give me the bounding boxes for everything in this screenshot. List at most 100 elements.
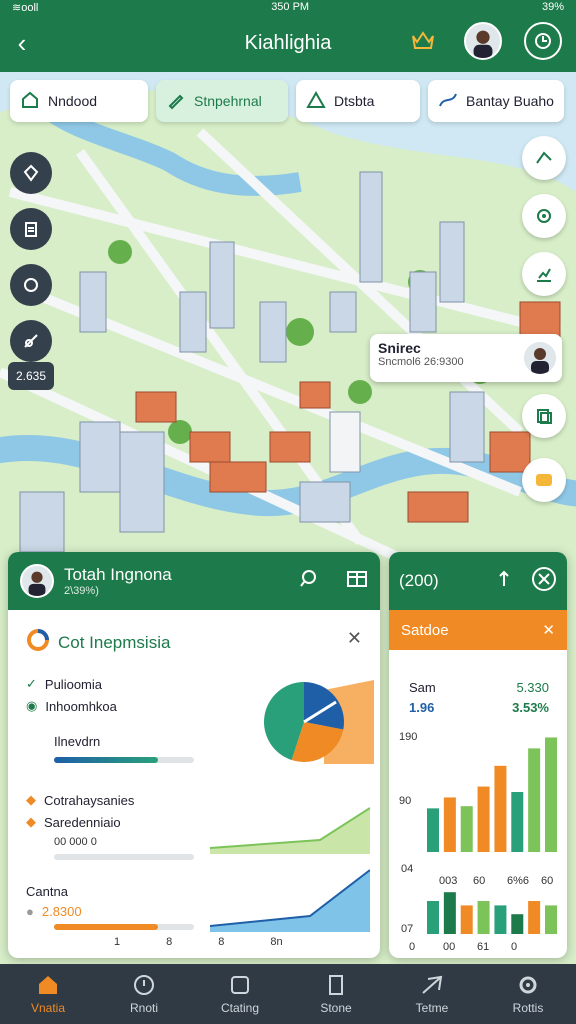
- right-toolbar: [522, 136, 566, 296]
- axis-ticks: 1 8 8 8n: [114, 936, 283, 948]
- avatar-icon: [466, 24, 500, 58]
- bar1-label: Ilnevdrn: [54, 734, 101, 749]
- avatar[interactable]: [464, 22, 502, 60]
- bar3-value-row: ● 2.8300: [26, 904, 82, 919]
- chat-icon[interactable]: [10, 264, 52, 306]
- chart-ring-icon: [26, 628, 50, 657]
- check-item-0[interactable]: ✓ Pulioomia: [26, 676, 102, 692]
- top-bar-0: [427, 808, 439, 852]
- y-tick-0: 190: [399, 731, 417, 743]
- gear-icon[interactable]: [522, 194, 566, 238]
- bottom-bar-5: [511, 914, 524, 934]
- chip-1[interactable]: Stnpehrnal: [156, 80, 288, 122]
- map-callout[interactable]: Snirec Sncmol6 26:9300: [370, 334, 562, 382]
- status-bar: ≋ooll 350 PM 39%: [0, 0, 576, 14]
- home-icon: [36, 973, 60, 997]
- bottom-bar-0: [427, 901, 439, 934]
- top-bar-1: [443, 797, 456, 852]
- axis-tick-2: 8: [218, 936, 225, 948]
- axis-tick-1: 8: [166, 936, 173, 948]
- warn-icon: ◆: [26, 814, 36, 829]
- nav-item-1-label: Rnoti: [129, 1001, 158, 1015]
- left-panel-title: Totah Ingnona: [64, 565, 172, 584]
- bar3-fill: [54, 924, 158, 930]
- check-icon: ✓: [26, 676, 37, 691]
- y-tick-1: 90: [399, 795, 411, 807]
- crown-icon[interactable]: [404, 22, 442, 60]
- back-button[interactable]: ‹: [0, 14, 44, 72]
- right-panel: (200) Satdoe ✕ Sam 5.330 1.96 3.53% 190 9…: [389, 552, 567, 958]
- nav-item-1[interactable]: Rnoti: [96, 964, 192, 1024]
- close-icon[interactable]: ✕: [347, 628, 362, 649]
- orange-label: Satdoe: [401, 621, 449, 639]
- close-icon[interactable]: ✕: [542, 621, 555, 639]
- y-tick-3: 07: [401, 923, 413, 935]
- top-bar-6: [528, 748, 541, 852]
- badge-icon[interactable]: [522, 458, 566, 502]
- x-tick-bottom-2: 61: [477, 941, 489, 953]
- axis-tick-0: 1: [114, 936, 121, 948]
- bar1-track: [54, 757, 194, 763]
- clipboard-icon[interactable]: [10, 208, 52, 250]
- x-tick-top-1: 60: [473, 875, 485, 887]
- search-icon[interactable]: [298, 569, 318, 594]
- pin-icon[interactable]: [495, 570, 513, 593]
- bar1-fill: [54, 757, 158, 763]
- orange-bar[interactable]: Satdoe ✕: [389, 610, 567, 650]
- close-circle-icon[interactable]: [531, 566, 557, 597]
- chip-1-label: Stnpehrnal: [194, 93, 262, 109]
- clock-icon-svg: [535, 33, 551, 49]
- nav-item-2-label: Ctating: [220, 1001, 260, 1015]
- chip-3[interactable]: Bantay Buaho: [428, 80, 564, 122]
- nav-item-4[interactable]: Tetme: [384, 964, 480, 1024]
- stat-value: 5.330: [516, 680, 549, 695]
- x-tick-bottom-0: 0: [409, 941, 415, 953]
- pin-icon[interactable]: [10, 152, 52, 194]
- warn-item-1: ◆ Saredenniaio: [26, 814, 121, 830]
- x-tick-bottom-1: 00: [443, 941, 455, 953]
- signal-icon: ≋ooll: [12, 1, 39, 14]
- chip-0[interactable]: Nndood: [10, 80, 148, 122]
- y-tick-2: 04: [401, 863, 413, 875]
- scale-indicator: 2.635: [8, 362, 54, 390]
- nav-item-3[interactable]: Stone: [288, 964, 384, 1024]
- panel-avatar: [20, 564, 54, 598]
- clock-icon[interactable]: [524, 22, 562, 60]
- x-tick-top-2: 6%6: [507, 875, 529, 887]
- area-chart-2: [210, 869, 370, 932]
- nav-item-3-label: Stone: [320, 1001, 352, 1015]
- chip-0-label: Nndood: [48, 93, 98, 109]
- top-bar-4: [494, 765, 507, 852]
- bottom-bar-6: [528, 901, 541, 934]
- home-shield-icon: [20, 90, 40, 113]
- axis-tick-3: 8n: [270, 936, 283, 948]
- bar2-track: [54, 854, 194, 860]
- callout-avatar: [524, 342, 556, 374]
- left-panel-header: Totah Ingnona 2\39%): [8, 552, 380, 610]
- x-tick-bottom-3: 0: [511, 941, 517, 953]
- nav-item-2[interactable]: Ctating: [192, 964, 288, 1024]
- bottom-bar-3: [477, 901, 490, 934]
- layers-icon[interactable]: [522, 394, 566, 438]
- bottom-bar-4: [494, 905, 507, 934]
- section2-title: Cantna: [26, 884, 68, 899]
- table-icon[interactable]: [346, 569, 368, 594]
- stat-right: 3.53%: [512, 700, 549, 715]
- route-icon[interactable]: [522, 136, 566, 180]
- nav-item-0[interactable]: Vnatia: [0, 964, 96, 1024]
- x-tick-top-0: 003: [439, 875, 457, 887]
- chart-icon[interactable]: [522, 252, 566, 296]
- pin-small-icon: ●: [26, 904, 34, 919]
- check-circle-icon: ◉: [26, 698, 38, 713]
- section-title-text: Cot Inepmsisia: [58, 632, 171, 652]
- satellite-icon[interactable]: [10, 320, 52, 362]
- chip-2[interactable]: Dtsbta: [296, 80, 420, 122]
- bar-chart: 1909004003 60 6%6 60070 00 61 0: [399, 731, 557, 953]
- settings-icon: [516, 973, 540, 997]
- pie-chart: [264, 680, 374, 764]
- check-item-1[interactable]: ◉ Inhoomhkoa: [26, 698, 117, 714]
- nav-item-5-label: Rottis: [512, 1001, 544, 1015]
- warn-icon: ◆: [26, 792, 36, 807]
- warn-item-1-label: Saredenniaio: [44, 814, 121, 830]
- nav-item-5[interactable]: Rottis: [480, 964, 576, 1024]
